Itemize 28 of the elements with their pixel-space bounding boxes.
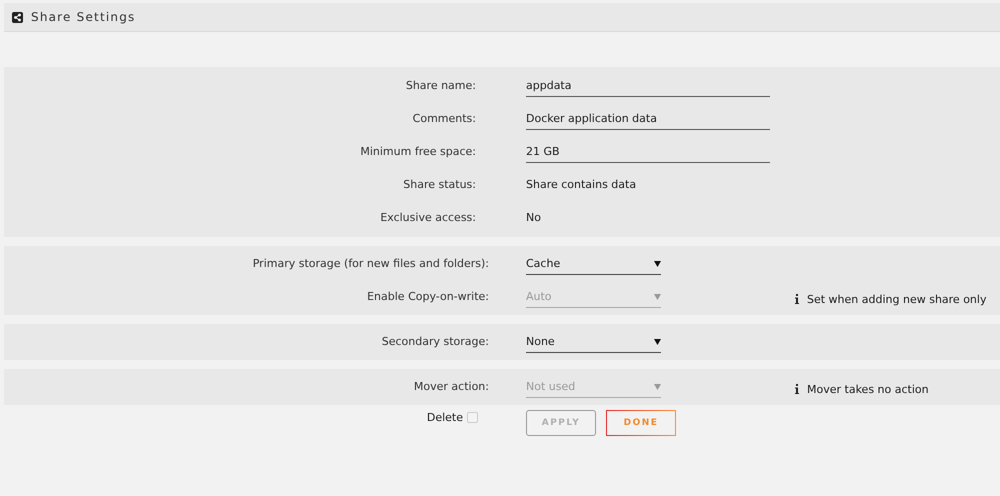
field-label: Mover action: [412, 379, 489, 393]
field-value: No [526, 210, 541, 224]
caret-icon [654, 338, 661, 344]
field-label: Share name: [404, 78, 476, 92]
info-icon [795, 294, 799, 304]
field-label: Exclusive access: [379, 210, 476, 224]
field-label: Minimum free space: [359, 144, 476, 158]
info-icon [795, 384, 799, 394]
field-label: Secondary storage: [380, 334, 489, 348]
text-field[interactable]: 21 GB [526, 141, 770, 163]
caret-icon [654, 294, 661, 300]
help-note: Set when adding new share only [807, 292, 986, 306]
text-field[interactable]: appdata [526, 75, 770, 97]
dropdown[interactable]: Cache [526, 253, 661, 275]
dropdown[interactable]: None [526, 331, 661, 353]
share-icon [12, 12, 23, 22]
caret-icon [654, 260, 661, 266]
help-note: Mover takes no action [807, 382, 929, 396]
field-label: Primary storage (for new files and folders): [252, 256, 489, 270]
field-label: Enable Copy-on-write: [366, 289, 489, 303]
delete-label: Delete [426, 411, 463, 424]
text-field[interactable]: Docker application data [526, 108, 770, 130]
caret-icon [654, 384, 661, 390]
field-value: Share contains data [526, 177, 636, 191]
field-label: Share status: [402, 177, 476, 191]
page-title: Share Settings [31, 10, 136, 24]
delete-checkbox[interactable] [467, 412, 478, 423]
field-label: Comments: [412, 111, 476, 125]
